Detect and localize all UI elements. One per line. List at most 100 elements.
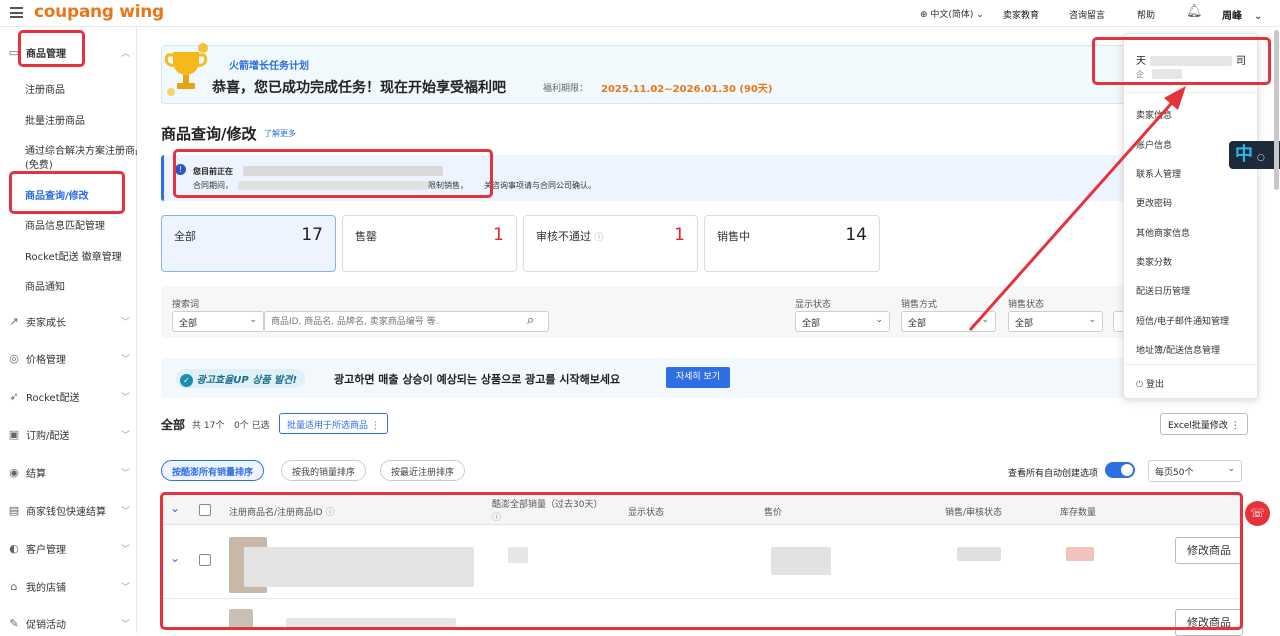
annotation-box-product-management — [18, 30, 85, 67]
topbar-link-seller-education[interactable]: 卖家教育 — [1003, 8, 1039, 21]
chevron-down-icon: ﹀ — [120, 583, 130, 593]
auto-options-label: 查看所有自动创建选项 — [1008, 469, 1099, 479]
bell-icon[interactable]: 🔔︎ — [1186, 4, 1203, 19]
chevron-down-icon: ⌄ — [875, 315, 883, 325]
chevron-down-icon: ﹀ — [120, 393, 130, 403]
status-card-all[interactable]: 全部 17 — [161, 215, 336, 272]
excel-bulk-edit-button[interactable]: Excel批量修改 ⋮ — [1160, 413, 1248, 435]
search-icon[interactable]: ⌕ — [527, 313, 534, 328]
sidebar-group-store[interactable]: ⌂ 我的店铺 ﹀ — [8, 579, 131, 594]
sidebar-item-product-notice[interactable]: 商品通知 — [25, 278, 65, 293]
coin-icon: ◉ — [9, 465, 19, 479]
trophy-graphic — [164, 43, 208, 96]
notice-line2-end: 关咨询事项请与合同公司确认。 — [484, 181, 596, 190]
check-circle-icon: ✓ — [180, 374, 193, 387]
trophy-icon — [164, 42, 209, 100]
sidebar-group-seller-growth[interactable]: ↗ 卖家成长 ﹀ — [8, 314, 130, 329]
chevron-down-icon: ﹀ — [120, 545, 130, 555]
list-title: 全部 — [161, 418, 186, 432]
ad-text: 광고하면 매출 상승이 예상되는 상품으로 광고를 시작해보세요 — [334, 373, 621, 386]
rocket-icon: ➶ — [9, 389, 19, 403]
keyword-scope-select[interactable]: 全部 ⌄ — [172, 311, 264, 332]
list-selected: 0个 已选 — [234, 421, 270, 431]
sales-method-label: 销售方式 — [901, 300, 938, 310]
headset-icon: ◐ — [9, 541, 19, 555]
gear-icon: ○ — [1257, 153, 1265, 163]
input-method-widget[interactable]: 中 ○ — [1229, 141, 1280, 169]
display-status-select[interactable]: 全部 ⌄ — [795, 311, 890, 332]
sidebar-group-price[interactable]: ◎ 价格管理 ﹀ — [8, 351, 130, 366]
chevron-down-icon: ⌄ — [1227, 464, 1235, 474]
bulk-apply-button[interactable]: 批量适用于所选商品 ⋮ — [279, 413, 388, 434]
user-menu[interactable]: 周峰 ⌄ — [1222, 7, 1262, 22]
language-selector[interactable]: ⊕ 中文(简体) ⌄ — [920, 7, 984, 20]
status-card-count: 1 — [493, 225, 504, 245]
sidebar-group-wallet[interactable]: ▤ 商家钱包快速结算 ﹀ — [8, 503, 130, 518]
menu-item-address-book[interactable]: 地址簿/配送信息管理 — [1136, 343, 1220, 356]
medal-icon: ◎ — [9, 351, 19, 365]
sidebar-item-solution-register[interactable]: 通过综合解决方案注册商品 — [25, 142, 137, 157]
scrollbar[interactable] — [1274, 30, 1279, 190]
annotation-arrow — [968, 86, 1186, 331]
status-card-count: 17 — [301, 225, 323, 245]
power-icon: ⏻ — [1136, 380, 1144, 390]
status-card-count: 1 — [674, 225, 685, 245]
banner-plan-title: 火箭增长任务计划 — [229, 61, 309, 72]
search-input[interactable] — [264, 311, 549, 332]
banner-period-value: 2025.11.02~2026.01.30 (90天) — [601, 84, 773, 95]
store-icon: ⌂ — [10, 579, 18, 593]
chevron-down-icon: ﹀ — [120, 620, 130, 630]
chat-float-icon[interactable]: ☏ — [1245, 501, 1270, 526]
status-card-label: 销售中 — [717, 230, 750, 243]
topbar-link-help[interactable]: 帮助 — [1137, 8, 1155, 21]
sidebar-item-rocket-badge[interactable]: Rocket配送 徽章管理 — [25, 248, 122, 263]
sidebar-group-orders[interactable]: ▣ 订购/配送 ﹀ — [8, 427, 130, 442]
sidebar-group-settlement[interactable]: ◉ 结算 ﹀ — [8, 465, 130, 480]
hamburger-menu-icon[interactable] — [10, 7, 23, 18]
status-card-sold-out[interactable]: 售罄 1 — [342, 215, 517, 272]
sort-my-sales-button[interactable]: 按我的销量排序 — [281, 460, 367, 481]
wallet-icon: ▤ — [8, 503, 20, 517]
ad-tag: ✓ 광고효율UP 상품 발견! — [176, 369, 306, 388]
brand-logo[interactable]: coupang wing — [34, 2, 164, 22]
chevron-up-icon: ︿ — [120, 49, 130, 59]
status-card-label: 全部 — [174, 230, 196, 243]
keyword-label: 搜索词 — [172, 300, 200, 310]
ad-detail-button[interactable]: 자세히 보기 — [666, 367, 730, 388]
sidebar-item-product-matching[interactable]: 商品信息匹配管理 — [25, 217, 105, 232]
sort-coupang-sales-button[interactable]: 按酷澎所有销量排序 — [161, 460, 265, 481]
topbar-link-inquiry[interactable]: 咨询留言 — [1069, 8, 1105, 21]
sidebar-group-customer[interactable]: ◐ 客户管理 ﹀ — [8, 541, 130, 556]
banner-message: 恭喜，您已成功完成任务！现在开始享受福利吧 — [212, 80, 506, 96]
top-bar: coupang wing ⊕ 中文(简体) ⌄ 卖家教育 咨询留言 帮助 🔔︎ … — [0, 0, 1280, 27]
logout-button[interactable]: ⏻ 登出 — [1136, 377, 1164, 390]
status-card-label: 审核不通过 ⓘ — [536, 230, 604, 243]
status-card-on-sale[interactable]: 销售中 14 — [704, 215, 880, 272]
chevron-down-icon: ⌄ — [973, 10, 984, 20]
annotation-box-product-query — [9, 171, 125, 214]
page-title: 商品查询/修改 — [161, 125, 257, 143]
learn-more-link[interactable]: 了解更多 — [264, 128, 296, 139]
status-card-count: 14 — [845, 225, 867, 245]
banner-period-label: 福利期限： — [543, 84, 589, 94]
sidebar-item-free-note: (免费) — [25, 160, 53, 171]
per-page-select[interactable]: 每页50个 ⌄ — [1148, 460, 1242, 482]
sidebar-group-rocket[interactable]: ➶ Rocket配送 ﹀ — [8, 389, 130, 404]
truck-icon: ▣ — [8, 427, 20, 441]
sidebar-group-promo[interactable]: ✎ 促销活动 ﹀ — [8, 616, 130, 631]
status-card-rejected[interactable]: 审核不通过 ⓘ 1 — [523, 215, 698, 272]
help-icon: ⓘ — [594, 233, 604, 243]
growth-icon: ↗ — [9, 314, 19, 328]
auto-options-toggle[interactable] — [1105, 462, 1135, 478]
annotation-box-product-table — [160, 492, 1243, 630]
list-total: 共 17个 — [192, 421, 225, 431]
globe-icon: ⊕ — [920, 10, 931, 20]
chevron-down-icon: ⌄ — [249, 315, 257, 325]
annotation-box-notice — [173, 149, 493, 198]
sort-recent-button[interactable]: 按最近注册排序 — [380, 460, 466, 481]
status-card-label: 售罄 — [355, 230, 377, 243]
sidebar-item-register-product[interactable]: 注册商品 — [25, 81, 65, 96]
sidebar-item-bulk-register[interactable]: 批量注册商品 — [25, 112, 85, 127]
chevron-down-icon: ﹀ — [120, 318, 130, 328]
chevron-down-icon: ﹀ — [120, 431, 130, 441]
